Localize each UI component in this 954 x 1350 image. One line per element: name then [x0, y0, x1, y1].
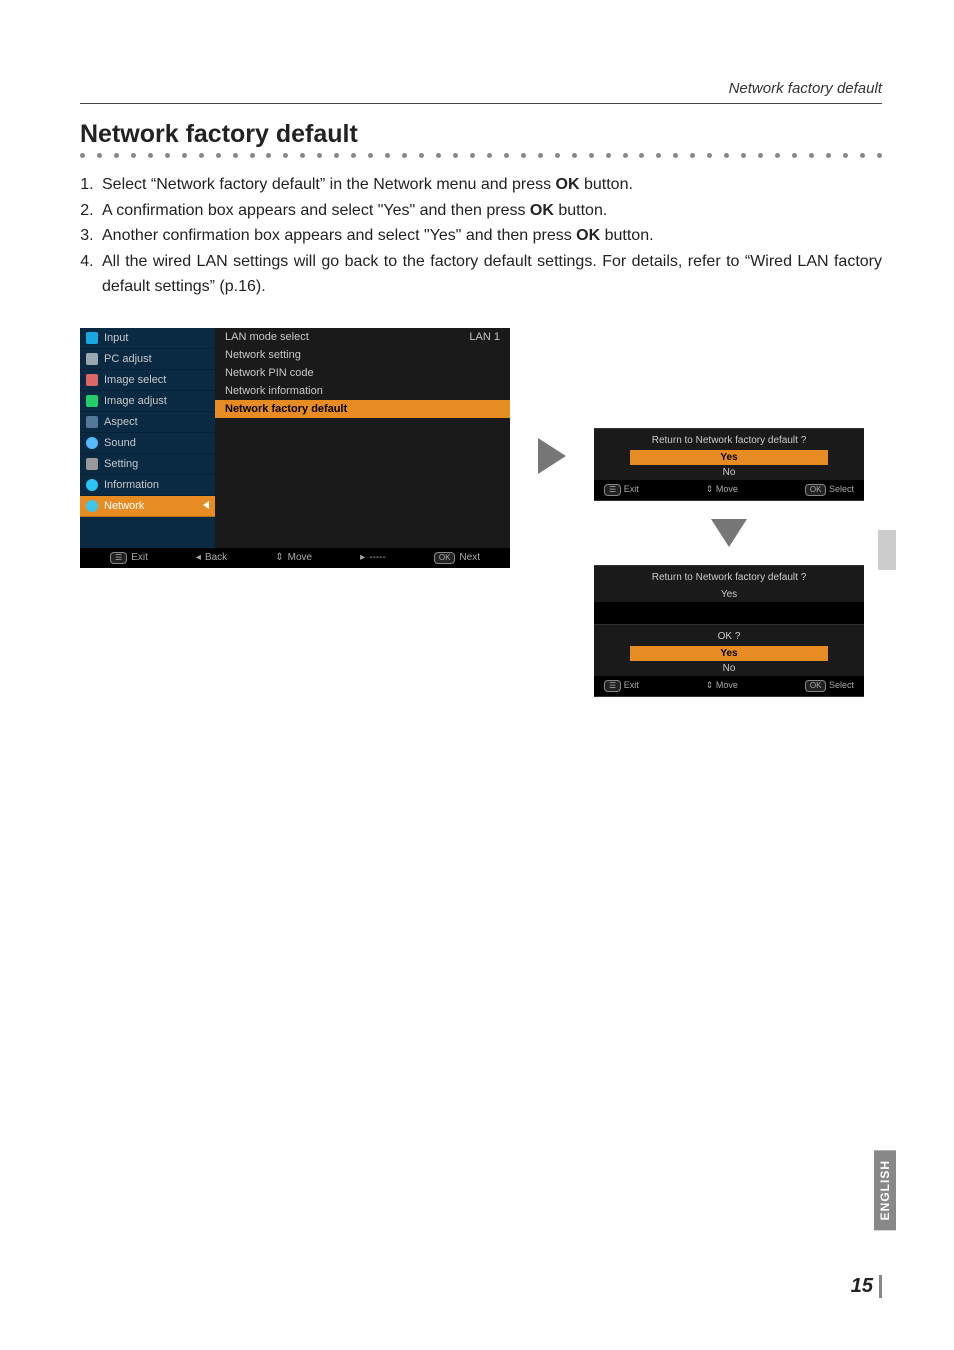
side-tab-marker: [878, 530, 896, 570]
osd-menu-screenshot: Input PC adjust Image select Image adjus…: [80, 328, 510, 568]
dialog2-ok-question: OK ?: [594, 624, 864, 646]
running-header: Network factory default: [80, 80, 882, 104]
submenu-network-info[interactable]: Network information: [215, 382, 510, 400]
sidebar-item-input[interactable]: Input: [80, 328, 215, 349]
submenu-network-factory-default[interactable]: Network factory default: [215, 400, 510, 418]
arrow-down-icon: [711, 519, 747, 547]
sidebar-item-image-select[interactable]: Image select: [80, 370, 215, 391]
sidebar-item-network[interactable]: Network: [80, 496, 215, 517]
menu-key-icon: ☰: [604, 680, 621, 692]
step-3: Another confirmation box appears and sel…: [98, 223, 882, 249]
dialog2-yes[interactable]: Yes: [630, 646, 828, 661]
dot-divider: [80, 153, 882, 158]
sidebar-item-information[interactable]: Information: [80, 475, 215, 496]
aspect-icon: [86, 416, 98, 428]
dialog1-no[interactable]: No: [594, 465, 864, 480]
osd-sidebar: Input PC adjust Image select Image adjus…: [80, 328, 215, 548]
confirm-dialog-1: Return to Network factory default ? Yes …: [594, 428, 864, 501]
menu-key-icon: ☰: [604, 484, 621, 496]
step-2: A confirmation box appears and select "Y…: [98, 198, 882, 224]
sidebar-item-aspect[interactable]: Aspect: [80, 412, 215, 433]
submenu-network-pin[interactable]: Network PIN code: [215, 364, 510, 382]
dialog2-footer: ☰ Exit ⇕ Move OK Select: [594, 676, 864, 696]
sidebar-item-sound[interactable]: Sound: [80, 433, 215, 454]
menu-key-icon: ☰: [110, 552, 127, 564]
osd-footer: ☰Exit ◂Back ⇕Move ▸----- OKNext: [80, 548, 510, 568]
info-icon: [86, 479, 98, 491]
pc-icon: [86, 353, 98, 365]
sidebar-item-image-adjust[interactable]: Image adjust: [80, 391, 215, 412]
chevron-left-icon: [203, 501, 209, 509]
dialog1-question: Return to Network factory default ?: [594, 429, 864, 450]
input-icon: [86, 332, 98, 344]
dialog1-yes[interactable]: Yes: [630, 450, 828, 465]
page-number: 15: [851, 1275, 882, 1298]
setting-icon: [86, 458, 98, 470]
section-title: Network factory default: [80, 120, 882, 149]
back-icon: ◂: [196, 552, 201, 563]
dialog2-yes-top[interactable]: Yes: [594, 587, 864, 602]
move-icon: ⇕: [706, 680, 714, 690]
move-icon: ⇕: [706, 484, 714, 494]
network-icon: [86, 500, 98, 512]
osd-submenu: LAN mode selectLAN 1 Network setting Net…: [215, 328, 510, 548]
ok-key-icon: OK: [805, 680, 827, 692]
image-select-icon: [86, 374, 98, 386]
sidebar-item-pc-adjust[interactable]: PC adjust: [80, 349, 215, 370]
arrow-right-icon: [538, 438, 566, 474]
confirm-dialog-2: Return to Network factory default ? Yes …: [594, 565, 864, 697]
sound-icon: [86, 437, 98, 449]
dialog2-no[interactable]: No: [594, 661, 864, 676]
submenu-lan-mode[interactable]: LAN mode selectLAN 1: [215, 328, 510, 346]
ok-key-icon: OK: [805, 484, 827, 496]
move-icon: ⇕: [275, 552, 283, 563]
step-4: All the wired LAN settings will go back …: [98, 249, 882, 300]
sidebar-item-setting[interactable]: Setting: [80, 454, 215, 475]
language-tab: ENGLISH: [874, 1150, 896, 1230]
dialog1-footer: ☰ Exit ⇕ Move OK Select: [594, 480, 864, 500]
right-icon: ▸: [360, 552, 365, 563]
step-1: Select “Network factory default” in the …: [98, 172, 882, 198]
dialog2-question: Return to Network factory default ?: [594, 566, 864, 587]
submenu-network-setting[interactable]: Network setting: [215, 346, 510, 364]
instruction-list: Select “Network factory default” in the …: [80, 172, 882, 300]
image-adjust-icon: [86, 395, 98, 407]
ok-key-icon: OK: [434, 552, 456, 564]
